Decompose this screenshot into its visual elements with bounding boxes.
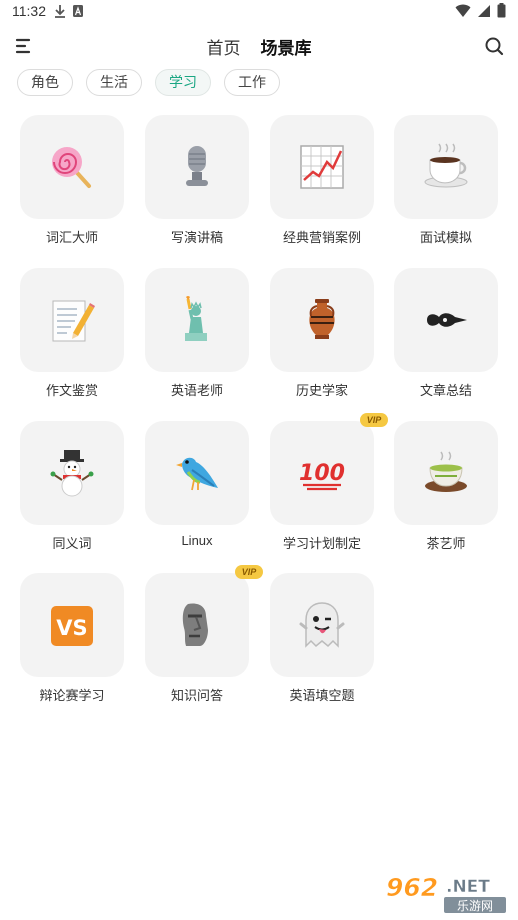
chip-life[interactable]: 生活 <box>86 69 142 96</box>
notification-a-icon <box>73 5 83 17</box>
svg-text:VS: VS <box>56 616 87 640</box>
scene-card-label: 历史学家 <box>295 383 348 398</box>
chart-icon <box>300 145 344 189</box>
svg-text:.NET: .NET <box>446 877 490 897</box>
scene-tile <box>394 115 498 219</box>
scene-card-speech-writing[interactable]: 写演讲稿 <box>145 115 249 246</box>
snowman-icon <box>50 450 94 497</box>
scene-card-label: 文章总结 <box>419 383 472 398</box>
tab-home[interactable]: 首页 <box>207 34 241 59</box>
tab-scene-library[interactable]: 场景库 <box>261 34 312 59</box>
category-chips: 角色 生活 学习 工作 <box>17 69 280 96</box>
vip-badge: VIP <box>360 413 388 427</box>
scene-card-english-cloze[interactable]: 英语填空题 <box>270 573 374 704</box>
svg-text:100: 100 <box>299 461 345 486</box>
green-tea-icon <box>425 451 467 492</box>
scene-tile: VIP <box>145 565 263 677</box>
scene-tile <box>270 268 374 372</box>
scene-card-label: 英语老师 <box>170 383 223 398</box>
scene-card-tea-master[interactable]: 茶艺师 <box>394 421 498 552</box>
chip-work[interactable]: 工作 <box>224 69 280 96</box>
scene-tile <box>270 115 374 219</box>
scene-card-linux[interactable]: Linux <box>145 421 249 548</box>
memo-pencil-icon <box>52 300 95 342</box>
scene-card-label: 面试模拟 <box>419 230 472 245</box>
scene-card-label: Linux <box>181 533 213 548</box>
scene-card-debate-study[interactable]: VS 辩论赛学习 <box>20 573 124 704</box>
scene-tile <box>20 268 124 372</box>
scene-tile <box>20 421 124 525</box>
scene-card-english-teacher[interactable]: 英语老师 <box>145 268 249 399</box>
site-watermark-logo: 962 .NET 乐游网 <box>386 873 506 913</box>
scene-card-label: 写演讲稿 <box>170 230 223 245</box>
scene-card-label: 知识问答 <box>170 688 223 703</box>
amphora-icon <box>309 299 335 339</box>
scene-card-essay-appreciation[interactable]: 作文鉴赏 <box>20 268 124 399</box>
vs-button-icon: VS <box>51 606 93 646</box>
scene-tile <box>145 115 249 219</box>
status-bar: 11:32 <box>0 0 518 24</box>
scene-tile <box>20 115 124 219</box>
header-tabs: 首页 场景库 <box>0 34 518 59</box>
scene-tile: VS <box>20 573 124 677</box>
scene-tile <box>270 573 374 677</box>
vip-badge: VIP <box>235 565 263 579</box>
scene-tile <box>145 421 249 525</box>
scene-tile <box>394 268 498 372</box>
scene-card-historian[interactable]: 历史学家 <box>270 268 374 399</box>
microphone-icon <box>186 146 208 186</box>
download-icon <box>55 5 65 18</box>
moai-icon <box>182 603 208 646</box>
wifi-icon <box>455 4 471 17</box>
scene-tile: 100 VIP <box>270 413 388 525</box>
scene-card-label: 辩论赛学习 <box>39 688 105 703</box>
scene-card-knowledge-qa[interactable]: VIP 知识问答 <box>145 565 263 704</box>
svg-text:乐游网: 乐游网 <box>457 899 493 913</box>
scene-card-vocabulary-master[interactable]: 词汇大师 <box>20 115 124 246</box>
search-icon[interactable] <box>482 34 506 58</box>
scene-card-article-summary[interactable]: 文章总结 <box>394 268 498 399</box>
scene-card-label: 词汇大师 <box>45 230 98 245</box>
scene-card-study-plan[interactable]: 100 VIP 学习计划制定 <box>270 413 388 552</box>
hundred-points-icon: 100 <box>299 461 345 491</box>
scene-card-label: 学习计划制定 <box>282 536 361 551</box>
scene-card-interview-simulation[interactable]: 面试模拟 <box>394 115 498 246</box>
scene-tile <box>394 421 498 525</box>
scene-tile <box>145 268 249 372</box>
header: 首页 场景库 <box>0 24 518 68</box>
fountain-pen-nib-icon <box>427 313 467 327</box>
scene-card-label: 经典营销案例 <box>282 230 361 245</box>
lollipop-icon <box>52 147 91 188</box>
scene-card-synonyms[interactable]: 同义词 <box>20 421 124 552</box>
coffee-cup-icon <box>424 143 468 188</box>
scene-card-label: 同义词 <box>52 536 92 551</box>
chip-study[interactable]: 学习 <box>155 69 211 96</box>
status-time: 11:32 <box>12 3 46 19</box>
ghost-icon <box>299 602 345 648</box>
scene-card-label: 茶艺师 <box>426 536 466 551</box>
bird-icon <box>176 457 218 491</box>
chip-role[interactable]: 角色 <box>17 69 73 96</box>
signal-icon <box>478 4 490 17</box>
battery-icon <box>497 3 506 18</box>
scene-card-marketing-cases[interactable]: 经典营销案例 <box>270 115 374 246</box>
statue-of-liberty-icon <box>185 296 207 341</box>
scene-card-label: 作文鉴赏 <box>45 383 98 398</box>
scene-card-label: 英语填空题 <box>289 688 355 703</box>
svg-text:962: 962 <box>386 873 438 902</box>
